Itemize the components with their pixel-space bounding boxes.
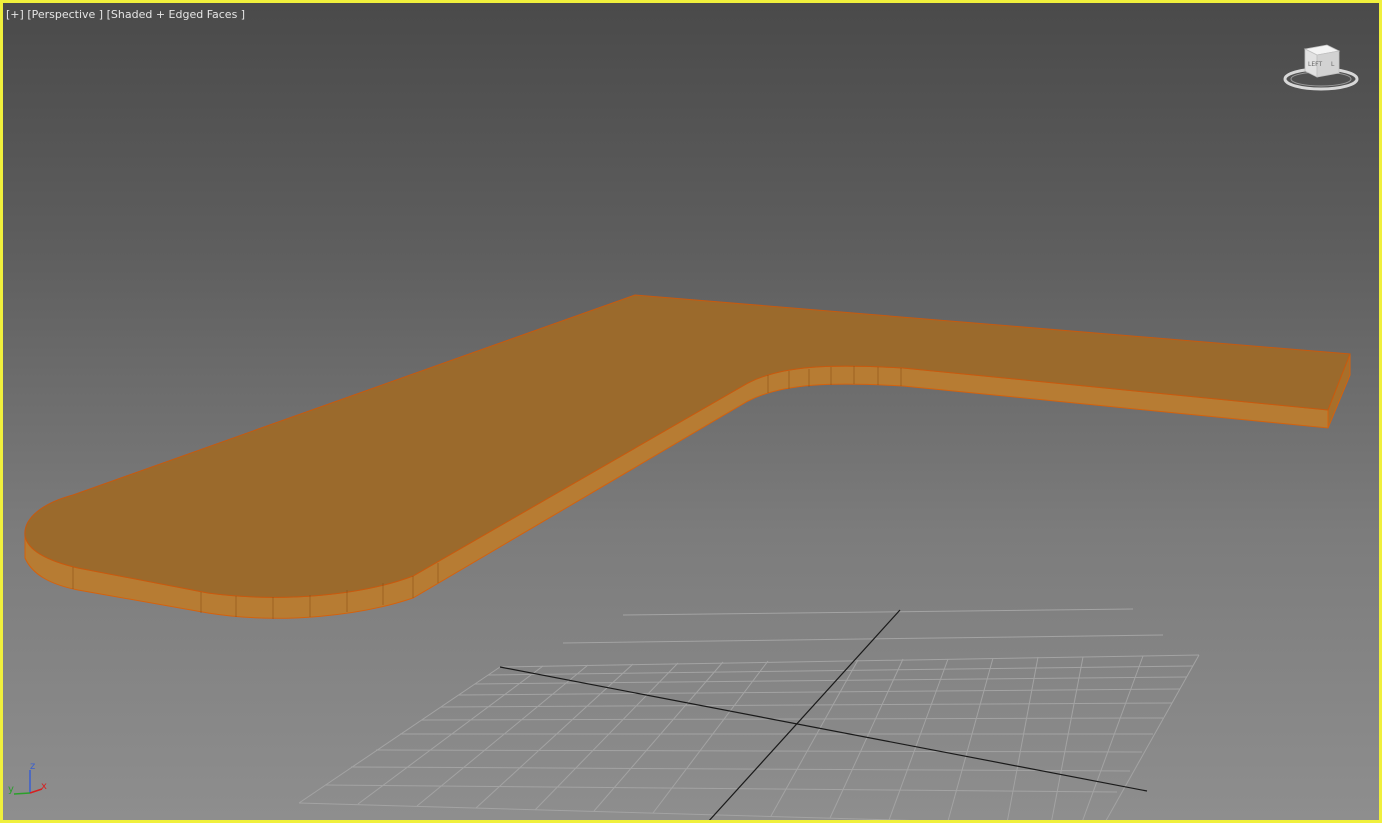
x-axis-label: x — [41, 781, 47, 792]
countertop-object[interactable] — [24, 294, 1351, 619]
viewport-menu-plus[interactable]: [+] — [6, 8, 24, 21]
y-axis-label: y — [8, 784, 14, 795]
viewport-label: [+] [Perspective ] [Shaded + Edged Faces… — [6, 8, 245, 21]
countertop-top-face — [24, 294, 1351, 598]
scene-canvas[interactable] — [3, 3, 1382, 823]
perspective-viewport[interactable]: [+] [Perspective ] [Shaded + Edged Faces… — [0, 0, 1382, 823]
y-axis-line — [13, 792, 31, 795]
viewport-view-menu[interactable]: [Perspective ] — [27, 8, 103, 21]
viewcube[interactable]: LEFT L — [1281, 39, 1361, 97]
z-axis-label: z — [30, 761, 35, 772]
viewcube-left-label: LEFT — [1308, 61, 1322, 68]
axis-tripod: z x y — [8, 761, 47, 795]
viewport-shading-menu[interactable]: [Shaded + Edged Faces ] — [107, 8, 245, 21]
home-grid — [298, 608, 1200, 820]
